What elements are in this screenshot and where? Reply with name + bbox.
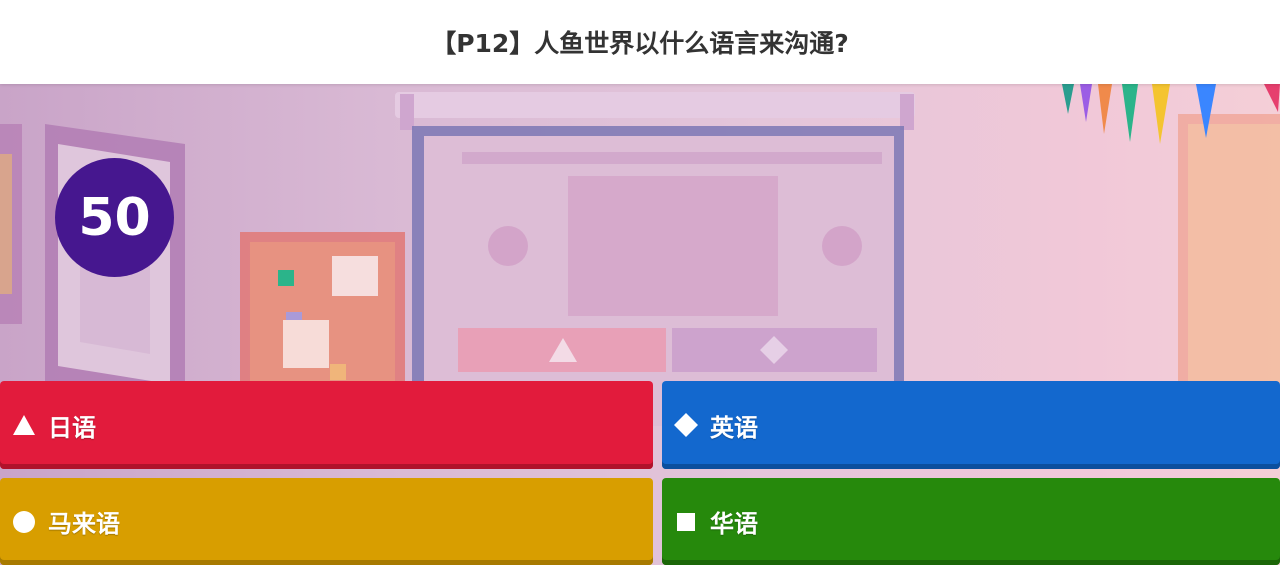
answer-label: 华语 <box>710 510 758 538</box>
circle-icon <box>11 509 37 535</box>
diamond-icon <box>673 412 699 438</box>
answer-option-green[interactable]: 华语 <box>662 478 1280 565</box>
answer-option-blue[interactable]: 英语 <box>662 381 1280 469</box>
square-icon <box>673 509 699 535</box>
countdown-timer: 50 <box>55 158 174 277</box>
answer-label: 马来语 <box>48 510 120 538</box>
answer-label: 日语 <box>48 413 96 442</box>
question-title: 【P12】人鱼世界以什么语言来沟通? <box>431 29 849 58</box>
triangle-icon <box>11 412 37 438</box>
answer-option-yellow[interactable]: 马来语 <box>0 478 653 565</box>
question-header: 【P12】人鱼世界以什么语言来沟通? <box>0 0 1280 84</box>
answer-label: 英语 <box>710 413 758 442</box>
answer-option-red[interactable]: 日语 <box>0 381 653 469</box>
